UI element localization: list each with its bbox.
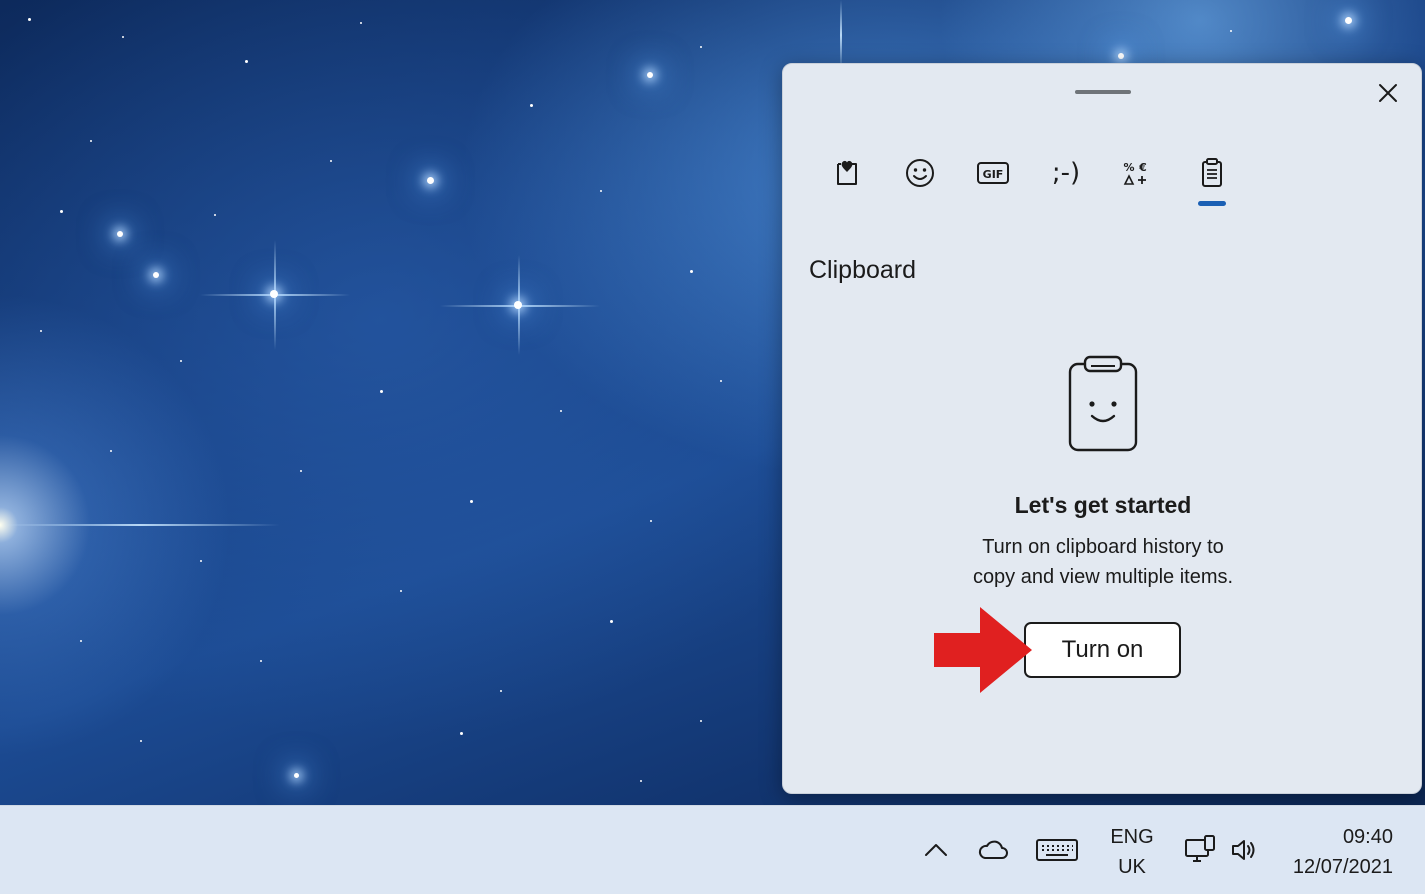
star bbox=[530, 104, 533, 107]
clipboard-panel: GIF ;-) % € Clipboard Let's get started … bbox=[782, 63, 1422, 794]
clock-time: 09:40 bbox=[1342, 826, 1393, 848]
star bbox=[122, 36, 124, 38]
star bbox=[90, 140, 92, 142]
star bbox=[110, 450, 112, 452]
symbols-icon: % € bbox=[1123, 161, 1147, 185]
star bbox=[1118, 53, 1124, 59]
gif-icon: GIF bbox=[977, 162, 1009, 184]
star bbox=[260, 660, 262, 662]
red-arrow-icon bbox=[934, 607, 1032, 693]
star bbox=[400, 590, 402, 592]
star bbox=[180, 360, 182, 362]
star bbox=[117, 231, 123, 237]
tab-clipboard[interactable] bbox=[1188, 149, 1236, 197]
star bbox=[140, 740, 142, 742]
star bbox=[360, 22, 362, 24]
star bbox=[270, 290, 278, 298]
star bbox=[28, 18, 31, 21]
star bbox=[720, 380, 722, 382]
clipboard-icon bbox=[1202, 158, 1222, 187]
panel-tabs: GIF ;-) % € bbox=[823, 149, 1263, 209]
turn-on-button[interactable]: Turn on bbox=[1024, 622, 1181, 678]
star bbox=[40, 330, 42, 332]
touch-keyboard-icon bbox=[1036, 839, 1078, 861]
chevron-up-icon bbox=[925, 844, 947, 856]
favorites-icon bbox=[837, 160, 857, 185]
onedrive-cloud-icon bbox=[978, 840, 1008, 859]
tab-favorites[interactable] bbox=[823, 149, 871, 197]
network-button[interactable] bbox=[1180, 832, 1220, 868]
star bbox=[245, 60, 248, 63]
taskbar: ENG UK 09:40 12/07/2021 bbox=[0, 805, 1425, 894]
star bbox=[650, 520, 652, 522]
tab-emoji[interactable] bbox=[896, 149, 944, 197]
star bbox=[300, 470, 302, 472]
star-glow bbox=[0, 524, 280, 526]
star bbox=[60, 210, 63, 213]
selected-tab-indicator bbox=[1198, 201, 1226, 206]
star bbox=[514, 301, 522, 309]
tab-kaomoji[interactable]: ;-) bbox=[1042, 149, 1090, 197]
star bbox=[600, 190, 602, 192]
touch-keyboard-button[interactable] bbox=[1033, 832, 1081, 868]
svg-text:%: % bbox=[1123, 161, 1134, 174]
language-code: ENG bbox=[1110, 826, 1154, 848]
star bbox=[470, 500, 473, 503]
star bbox=[380, 390, 383, 393]
star bbox=[200, 560, 202, 562]
star bbox=[427, 177, 434, 184]
star bbox=[690, 270, 693, 273]
svg-text:€: € bbox=[1138, 161, 1147, 174]
star bbox=[80, 640, 82, 642]
tab-symbols[interactable]: % € bbox=[1115, 149, 1163, 197]
close-icon bbox=[1379, 84, 1397, 102]
empty-state-description-line2: copy and view multiple items. bbox=[972, 566, 1234, 588]
language-region: UK bbox=[1118, 856, 1146, 878]
network-icon bbox=[1185, 835, 1215, 862]
star bbox=[330, 160, 332, 162]
volume-icon bbox=[1232, 840, 1255, 860]
kaomoji-icon: ;-) bbox=[1051, 158, 1081, 188]
star bbox=[460, 732, 463, 735]
close-button[interactable] bbox=[1373, 78, 1403, 108]
clock[interactable]: 09:40 12/07/2021 bbox=[1265, 822, 1393, 882]
smiling-clipboard-icon bbox=[1068, 355, 1138, 452]
star bbox=[1230, 30, 1232, 32]
empty-state-description: Turn on clipboard history to copy and vi… bbox=[783, 532, 1423, 592]
emoji-icon bbox=[906, 159, 934, 187]
empty-state-heading: Let's get started bbox=[1014, 492, 1192, 518]
empty-state-description-line1: Turn on clipboard history to bbox=[982, 536, 1224, 558]
star bbox=[153, 272, 159, 278]
input-language-indicator[interactable]: ENG UK bbox=[1100, 822, 1164, 882]
clock-date: 12/07/2021 bbox=[1292, 856, 1393, 878]
star bbox=[214, 214, 216, 216]
star bbox=[610, 620, 613, 623]
svg-text:GIF: GIF bbox=[983, 168, 1004, 181]
onedrive-button[interactable] bbox=[973, 832, 1013, 868]
star-glow bbox=[840, 0, 842, 70]
drag-handle[interactable] bbox=[1075, 90, 1131, 94]
section-title: Clipboard bbox=[809, 256, 917, 284]
tab-gif[interactable]: GIF bbox=[969, 149, 1017, 197]
volume-button[interactable] bbox=[1226, 832, 1262, 868]
star bbox=[500, 690, 502, 692]
star bbox=[560, 410, 562, 412]
star bbox=[700, 720, 702, 722]
star bbox=[294, 773, 299, 778]
star bbox=[640, 780, 642, 782]
star bbox=[700, 46, 702, 48]
star bbox=[1345, 17, 1352, 24]
star bbox=[647, 72, 653, 78]
show-hidden-icons-button[interactable] bbox=[918, 832, 954, 868]
